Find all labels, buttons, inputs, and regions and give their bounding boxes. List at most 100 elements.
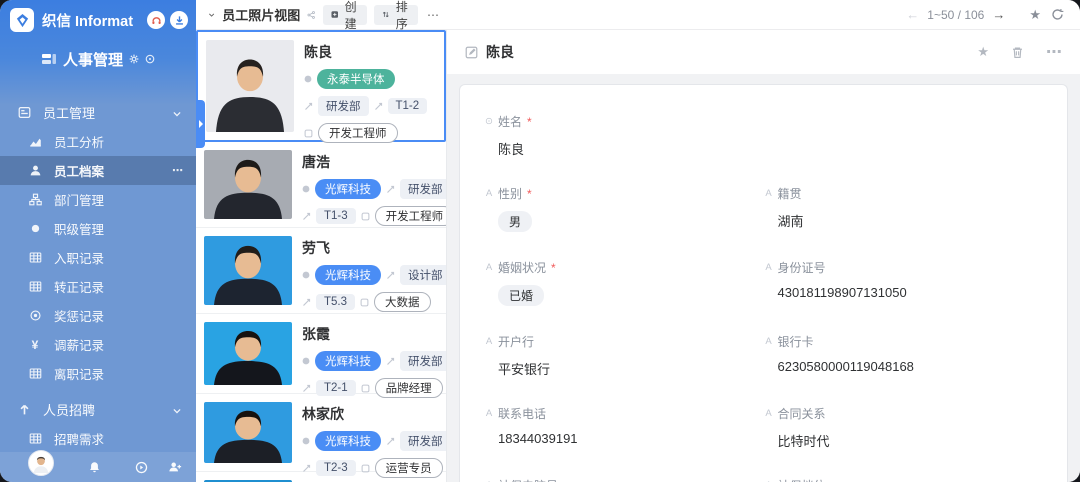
text-type-icon: A [765,336,772,347]
employee-card-陈良[interactable]: 陈良 永泰半导体 研发部 T1-2 开发工程师 [196,30,446,143]
edit-icon[interactable] [465,46,478,59]
field-label: 身份证号 [777,261,826,275]
bell-icon[interactable] [88,461,101,474]
create-button[interactable]: 创建 [322,0,367,31]
employee-card-劳飞[interactable]: 劳飞 光辉科技 设计部 T5.3 大数据 [196,228,446,314]
board-icon [17,106,31,119]
link-icon [302,212,311,221]
company-icon [302,185,310,193]
topbar: 员工照片视图 创建 排序 ⋯ ← 1~50 / 106 → ★ [196,0,1080,31]
field-合同关系: A 合同关系 比特时代 [764,405,1044,450]
person-add-icon[interactable] [168,460,182,474]
link-icon [302,298,311,307]
trash-icon[interactable] [1011,46,1024,59]
link-icon [386,271,395,280]
field-婚姻状况: A 婚姻状况 * 已婚 [484,259,764,306]
sort-button[interactable]: 排序 [373,0,419,31]
sidebar-item-奖惩记录[interactable]: 奖惩记录 [0,301,196,330]
employee-card-唐浩[interactable]: 唐浩 光辉科技 研发部 T1-3 开发工程师 [196,142,446,228]
person-icon [28,164,42,177]
prev-page-icon[interactable]: ← [906,7,919,22]
collapse-panel-handle[interactable] [196,100,205,148]
company-tag: 光辉科技 [315,265,381,285]
chart-icon [28,135,42,148]
level-tag: T1-3 [316,208,356,224]
workspace-gear-icon[interactable] [129,54,139,64]
field-身份证号: A 身份证号 430181198907131050 [764,259,1044,306]
service-icon[interactable] [147,11,165,29]
download-icon[interactable] [170,11,188,29]
app-logo-icon[interactable] [10,8,34,32]
text-type-icon: A [485,262,493,273]
sidebar-item-转正记录[interactable]: 转正记录 [0,272,196,301]
company-icon [302,357,310,365]
text-type-icon: A [485,188,493,199]
user-avatar[interactable] [28,450,54,476]
sidebar-item-入职记录[interactable]: 入职记录 [0,243,196,272]
help-icon[interactable] [135,461,148,474]
refresh-icon[interactable] [1051,8,1064,21]
view-more-button[interactable]: ⋯ [427,8,440,22]
sidebar-item-招聘需求[interactable]: 招聘需求 [0,424,196,452]
sidebar-group-员工管理[interactable]: 员工管理 [0,98,196,127]
field-value[interactable]: 已婚 [484,285,764,306]
employee-photo [204,236,292,305]
chevron-down-icon[interactable] [172,105,182,120]
field-银行卡: A 银行卡 6230580000119048168 [764,333,1044,378]
field-value[interactable]: 平安银行 [484,359,764,378]
sidebar-item-员工档案[interactable]: 员工档案 ⋯ [0,156,196,185]
grid-icon [28,280,42,293]
content: 陈良 永泰半导体 研发部 T1-2 开发工程师 唐浩 光辉科技 研发部 T1-3 开发工程师 劳飞光… [196,30,1080,482]
detail-form: ⊙ 姓名 * 陈良 A 性别 * 男 A 籍贯 湖南 A 婚姻状况 * 已婚 A 身份证号 43018119890… [459,84,1068,482]
workspace-icon [41,54,56,64]
field-label: 性别 [498,187,523,201]
box-icon [304,129,313,138]
job-title-tag: 开发工程师 [374,206,446,226]
name-type-icon: ⊙ [485,116,493,127]
text-type-icon: A [765,188,772,199]
field-value[interactable]: 男 [484,211,764,232]
field-value[interactable]: 湖南 [764,211,1044,230]
job-title-tag: 大数据 [374,292,431,312]
employee-photo [204,402,292,463]
field-开户行: A 开户行 平安银行 [484,333,764,378]
sidebar-item-职级管理[interactable]: 职级管理 [0,214,196,243]
box-icon [361,384,370,393]
sidebar-item-调薪记录[interactable]: ¥ 调薪记录 [0,330,196,359]
dot-icon [28,222,42,235]
plus-icon [331,11,338,18]
workspace-target-icon[interactable] [145,54,155,64]
pagination-bar: ← 1~50 / 106 → ★ [446,7,1080,23]
company-icon [304,75,312,83]
chevron-down-icon[interactable] [172,402,182,417]
share-icon[interactable] [307,9,316,21]
sidebar-nav: 员工管理 员工分析 员工档案 ⋯ 部门管理 职级管理 入职记录 转正记录 奖惩记录 ¥ 调薪记录 离职… [0,76,196,452]
sidebar-item-员工分析[interactable]: 员工分析 [0,127,196,156]
text-type-icon: A [765,262,772,273]
field-value[interactable]: 430181198907131050 [764,285,1044,300]
employee-card-partial[interactable] [196,472,446,482]
field-value[interactable]: 比特时代 [764,431,1044,450]
employee-card-林家欣[interactable]: 林家欣 光辉科技 研发部 T2-3 运营专员 [196,394,446,478]
company-tag: 光辉科技 [315,431,381,451]
view-chevron-down-icon[interactable] [208,10,215,20]
workspace-row[interactable]: 人事管理 [0,42,196,76]
sidebar: 织信 Informat 人事管理 员工管理 员工分析 员工档案 ⋯ 部门管理 职级管理 入职… [0,0,196,482]
item-more-button[interactable]: ⋯ [172,164,184,177]
field-value[interactable]: 6230580000119048168 [764,359,1044,374]
employee-card-张霞[interactable]: 张霞 光辉科技 研发部 T2-1 品牌经理 [196,314,446,398]
field-社保电脑号: A社保电脑号632666603 [484,477,764,482]
favorite-view-icon[interactable]: ★ [1029,7,1041,23]
field-value[interactable]: 18344039191 [484,431,764,446]
favorite-record-icon[interactable]: ★ [977,44,989,60]
field-联系电话: A 联系电话 18344039191 [484,405,764,450]
sidebar-group-人员招聘[interactable]: 人员招聘 [0,395,196,424]
field-value[interactable]: 陈良 [484,139,764,158]
detail-more-button[interactable]: ⋯ [1046,42,1062,62]
company-tag: 光辉科技 [315,179,381,199]
field-籍贯: A 籍贯 湖南 [764,185,1044,232]
sidebar-item-离职记录[interactable]: 离职记录 [0,359,196,388]
view-title[interactable]: 员工照片视图 [222,5,300,24]
sidebar-item-部门管理[interactable]: 部门管理 [0,185,196,214]
next-page-icon[interactable]: → [992,7,1005,22]
